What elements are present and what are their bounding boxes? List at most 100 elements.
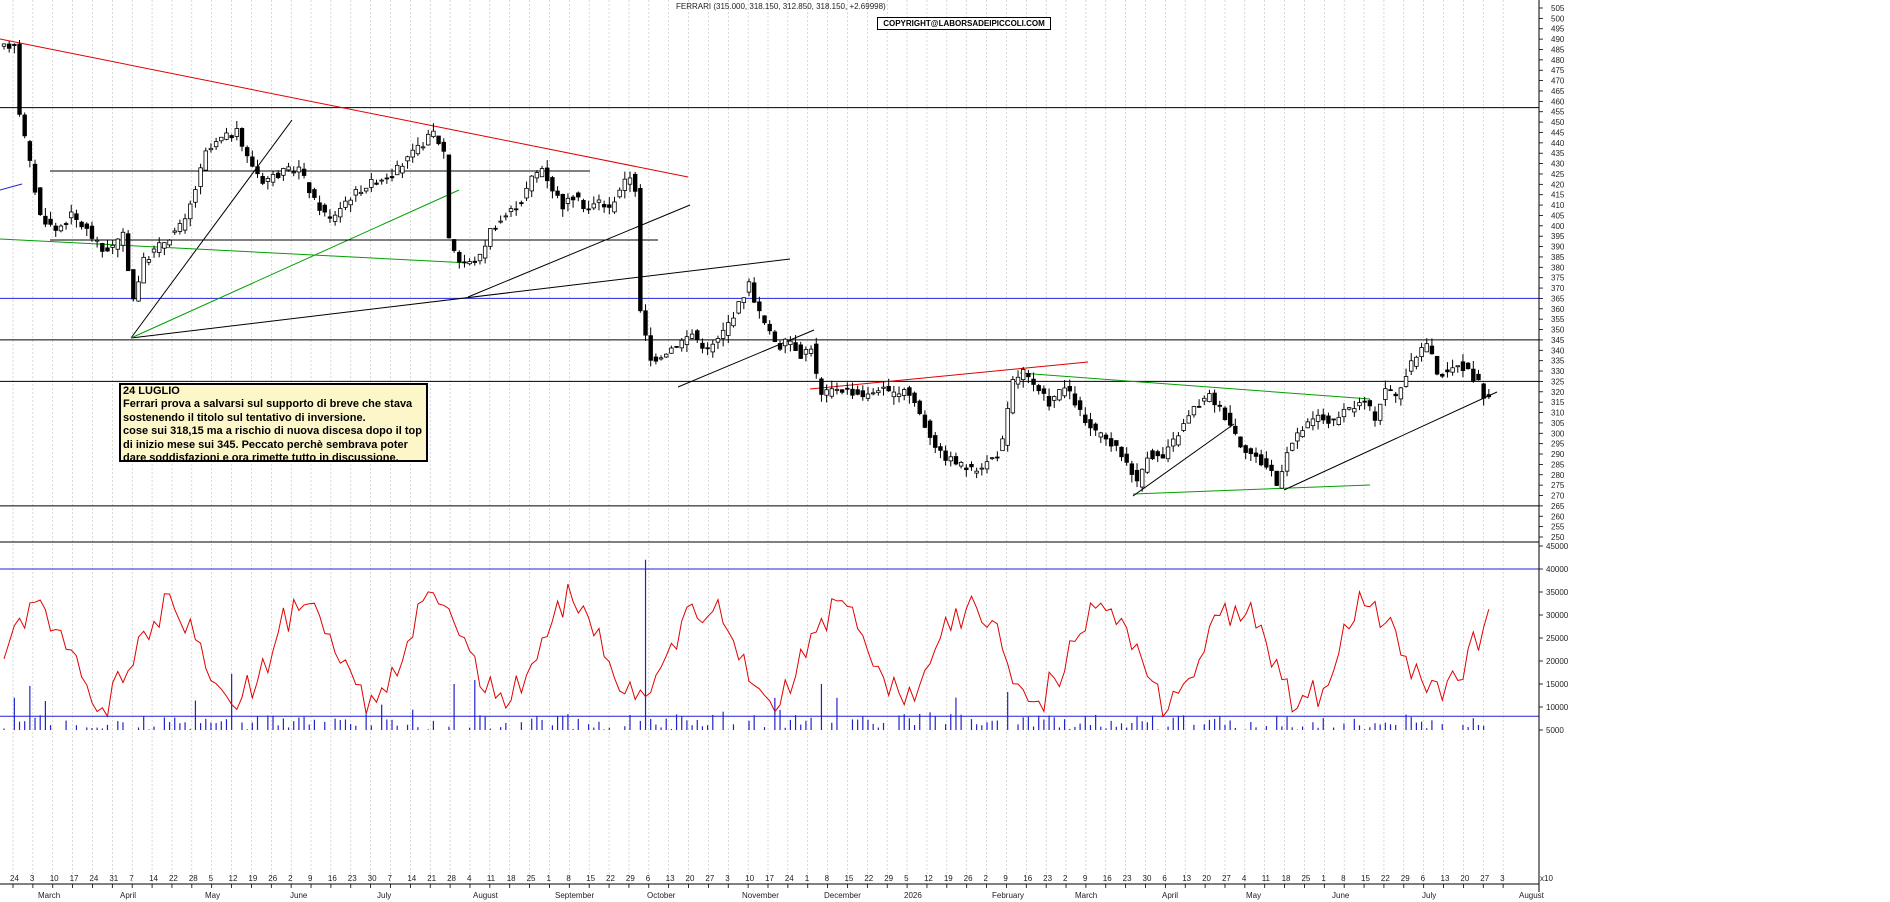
candle-body xyxy=(224,132,229,140)
candle-body xyxy=(1026,373,1031,378)
month-label: August xyxy=(1519,891,1545,900)
date-tick-label: 21 xyxy=(427,874,436,883)
candle-body xyxy=(177,223,183,232)
month-label: July xyxy=(1422,891,1436,900)
price-tick-label: 505 xyxy=(1551,4,1565,13)
candle-body xyxy=(1331,418,1336,421)
candle-body xyxy=(420,146,426,149)
candle-body xyxy=(1460,361,1466,371)
date-tick-label: 24 xyxy=(10,874,19,883)
candle-body xyxy=(374,182,379,185)
candle-body xyxy=(757,301,762,312)
candle-body xyxy=(948,456,953,462)
candle-body xyxy=(1072,393,1078,406)
candle-body xyxy=(1181,423,1186,431)
candle-body xyxy=(767,323,772,332)
price-tick-label: 460 xyxy=(1551,97,1565,106)
date-tick-label: 1 xyxy=(805,874,810,883)
candle-body xyxy=(1088,419,1093,429)
volume-tick-label: 15000 xyxy=(1546,680,1569,689)
candle-body xyxy=(1274,470,1279,486)
candle-body xyxy=(674,345,679,348)
date-tick-label: 22 xyxy=(169,874,178,883)
date-tick-label: 7 xyxy=(129,874,134,883)
date-tick-label: 29 xyxy=(1401,874,1410,883)
candle-body xyxy=(1098,432,1104,438)
price-tick-label: 395 xyxy=(1551,232,1565,241)
candle-body xyxy=(17,43,22,115)
candle-body xyxy=(1465,362,1471,370)
price-tick-label: 400 xyxy=(1551,222,1565,231)
date-tick-label: 30 xyxy=(368,874,377,883)
candle-body xyxy=(555,190,560,196)
candle-body xyxy=(244,147,250,157)
volume-tick-label: 25000 xyxy=(1546,634,1569,643)
candle-body xyxy=(27,141,33,161)
candle-body xyxy=(1196,405,1202,408)
date-tick-label: 19 xyxy=(248,874,257,883)
date-tick-label: 17 xyxy=(70,874,79,883)
candle-body xyxy=(524,187,529,199)
date-tick-label: 30 xyxy=(1143,874,1152,883)
candle-body xyxy=(493,227,498,230)
candle-body xyxy=(1124,453,1129,463)
price-tick-label: 435 xyxy=(1551,149,1565,158)
candle-body xyxy=(917,400,922,415)
candle-body xyxy=(902,389,907,396)
candle-body xyxy=(462,261,467,264)
candle-body xyxy=(1290,442,1295,451)
date-tick-label: 15 xyxy=(586,874,595,883)
date-tick-label: 16 xyxy=(1103,874,1112,883)
candle-body xyxy=(1341,408,1347,418)
candle-body xyxy=(839,389,845,393)
volume-tick-label: 5000 xyxy=(1546,726,1564,735)
candle-body xyxy=(1103,434,1109,440)
candle-body xyxy=(472,260,477,263)
price-tick-label: 475 xyxy=(1551,66,1565,75)
volume-tick-label: 45000 xyxy=(1546,542,1569,551)
candle-body xyxy=(1207,393,1212,403)
candle-body xyxy=(1295,432,1300,442)
candle-body xyxy=(405,156,410,162)
date-tick-label: 26 xyxy=(964,874,973,883)
date-tick-label: 20 xyxy=(686,874,695,883)
candle-body xyxy=(1393,393,1398,397)
candle-body xyxy=(1005,408,1010,446)
price-tick-label: 250 xyxy=(1551,533,1565,542)
candle-body xyxy=(255,166,260,175)
month-label: April xyxy=(120,891,136,900)
candle-body xyxy=(1036,385,1041,392)
candle-body xyxy=(845,387,850,390)
date-tick-label: 23 xyxy=(348,874,357,883)
price-tick-label: 255 xyxy=(1551,523,1565,532)
candle-body xyxy=(276,172,281,179)
candle-body xyxy=(617,189,622,198)
candle-body xyxy=(964,467,969,471)
price-tick-label: 270 xyxy=(1551,492,1565,501)
candle-body xyxy=(286,166,291,171)
date-tick-label: 5 xyxy=(209,874,214,883)
price-tick-label: 350 xyxy=(1551,326,1565,335)
candle-body xyxy=(94,239,100,242)
candle-body xyxy=(503,215,509,218)
candle-body xyxy=(1021,368,1026,381)
candle-body xyxy=(1414,356,1419,367)
candle-body xyxy=(689,333,695,339)
month-label: August xyxy=(473,891,499,900)
candle-body xyxy=(1258,454,1264,466)
price-tick-label: 355 xyxy=(1551,315,1565,324)
date-tick-label: 6 xyxy=(1162,874,1167,883)
candle-body xyxy=(1129,463,1135,475)
candle-body xyxy=(136,281,141,302)
date-tick-label: 9 xyxy=(1003,874,1008,883)
candle-body xyxy=(74,213,79,220)
candle-body xyxy=(1455,365,1460,368)
date-tick-label: 28 xyxy=(447,874,456,883)
candle-body xyxy=(715,338,721,343)
candle-body xyxy=(1326,415,1331,424)
candle-body xyxy=(995,456,1000,459)
candle-body xyxy=(1367,400,1373,407)
candle-body xyxy=(974,470,979,474)
candle-body xyxy=(891,391,897,398)
candle-body xyxy=(167,239,172,246)
